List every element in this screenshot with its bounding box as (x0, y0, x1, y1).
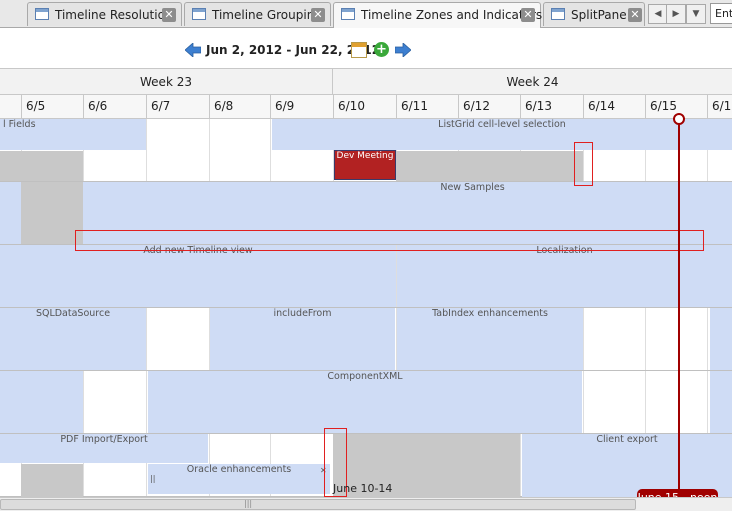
scroll-tabs-left-button[interactable]: ◀ (648, 4, 668, 24)
grip-icon: ||| (244, 499, 253, 508)
close-icon[interactable]: ✕ (628, 8, 642, 22)
close-icon[interactable]: ✕ (311, 8, 325, 22)
indicator-handle-icon[interactable] (673, 113, 685, 125)
add-event-icon[interactable]: + (374, 42, 389, 57)
day-header: 6/5 (21, 95, 83, 118)
indicator-marker (75, 230, 704, 251)
day-header: 6/6 (83, 95, 146, 118)
event-bar[interactable]: ListGrid cell-level selection (272, 119, 732, 150)
day-header: 6/8 (209, 95, 270, 118)
close-icon[interactable]: ✕ (162, 8, 176, 22)
event-bar[interactable]: Client export (522, 434, 732, 497)
zone (21, 464, 83, 497)
next-arrow-icon[interactable] (395, 43, 411, 57)
scroll-tabs-right-button[interactable]: ▶ (666, 4, 686, 24)
window-icon (192, 8, 206, 20)
week-header: Week 24 (506, 75, 559, 89)
day-header: 6/16 (707, 95, 732, 118)
tab-timeline-resolution[interactable]: Timeline Resolution ✕ (27, 2, 182, 26)
previous-arrow-icon[interactable] (185, 43, 201, 57)
event-bar[interactable]: ComponentXML (148, 371, 582, 433)
day-header: 6/7 (146, 95, 209, 118)
day-header-row: 6/5 6/6 6/7 6/8 6/9 6/10 6/11 6/12 6/13 … (0, 95, 732, 119)
event-bar[interactable] (710, 308, 732, 370)
week-header-row: Week 23 Week 24 (0, 68, 732, 95)
tab-timeline-zones-and-indicators[interactable]: Timeline Zones and Indicators ✕ (333, 2, 543, 28)
indicator-line (678, 117, 680, 498)
tab-label: Timeline Zones and Indicators (361, 8, 543, 22)
weekend-zone (0, 151, 21, 181)
tab-bar: Timeline Resolution ✕ Timeline Grouping … (0, 0, 732, 28)
event-bar[interactable] (710, 371, 732, 433)
tab-splitpane[interactable]: SplitPane ✕ (543, 2, 645, 26)
zone (21, 182, 83, 244)
event-bar[interactable]: includeFrom (210, 308, 395, 370)
tab-search-input[interactable]: Ent (710, 3, 732, 24)
tab-menu-dropdown-button[interactable]: ▼ (686, 4, 706, 24)
week-header: Week 23 (0, 69, 333, 95)
window-icon (341, 8, 355, 20)
tab-timeline-grouping[interactable]: Timeline Grouping ✕ (184, 2, 331, 26)
weekend-zone (21, 151, 83, 181)
tab-label: SplitPane (571, 8, 627, 22)
event-bar[interactable]: Localization (397, 245, 732, 307)
day-header: 6/10 (333, 95, 396, 118)
window-icon (551, 8, 565, 20)
event-bar[interactable]: Oracle enhancements (148, 464, 330, 494)
indicator-marker (574, 142, 593, 186)
zone (396, 151, 583, 181)
event-bar[interactable]: Add new Timeline view (0, 245, 396, 307)
close-icon[interactable]: ✕ (521, 8, 535, 22)
day-header: 6/14 (583, 95, 645, 118)
day-header: 6/13 (520, 95, 583, 118)
day-header: 6/11 (396, 95, 458, 118)
day-header: 6/9 (270, 95, 333, 118)
zone-label: June 10-14 (333, 482, 393, 495)
tab-label: Timeline Grouping (212, 8, 322, 22)
window-icon (35, 8, 49, 20)
tab-label: Timeline Resolution (55, 8, 173, 22)
event-bar[interactable] (0, 371, 83, 433)
day-header: 6/12 (458, 95, 520, 118)
event-bar[interactable] (0, 182, 21, 244)
resize-handle-icon[interactable]: || (150, 474, 155, 483)
dev-meeting-event[interactable]: Dev Meeting (334, 150, 396, 180)
scrollbar-thumb[interactable] (0, 499, 636, 510)
calendar-icon[interactable] (351, 42, 367, 58)
event-bar[interactable]: TabIndex enhancements (397, 308, 583, 370)
timeline-grid[interactable]: l Fields ListGrid cell-level selection D… (0, 119, 732, 497)
event-bar[interactable]: l Fields (0, 119, 146, 150)
event-bar[interactable]: PDF Import/Export (0, 434, 208, 463)
event-bar[interactable]: SQLDataSource (0, 308, 146, 370)
